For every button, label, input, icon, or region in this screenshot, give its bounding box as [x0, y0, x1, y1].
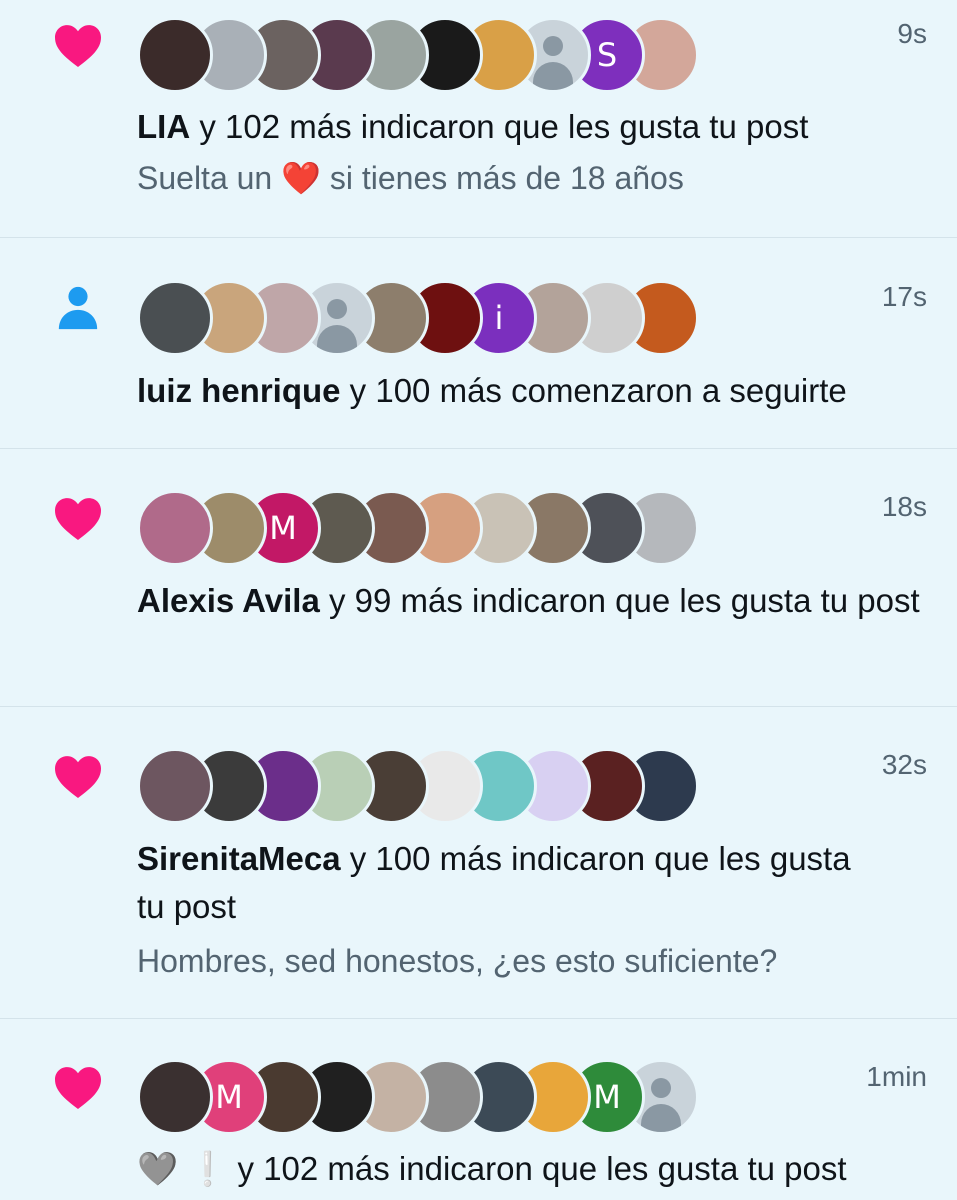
- avatar-initial: S: [596, 36, 618, 74]
- avatar[interactable]: [137, 748, 213, 824]
- avatar-initial: i: [494, 299, 504, 337]
- actor-name[interactable]: luiz henrique: [137, 372, 341, 409]
- red-heart-emoji: ❤️: [281, 160, 321, 196]
- notification-rest: y 102 más indicaron que les gusta tu pos…: [190, 108, 809, 145]
- notification-item[interactable]: 32s SirenitaMeca y 100 más indicaron que…: [0, 707, 957, 1019]
- notification-item[interactable]: 18s M Alexis Avila y 99 más indicaron qu…: [0, 449, 957, 707]
- post-preview: Hombres, sed honestos, ¿es esto suficien…: [137, 943, 778, 979]
- avatar-row: MM: [137, 1059, 929, 1135]
- actor-name[interactable]: SirenitaMeca: [137, 840, 341, 877]
- actor-name[interactable]: 🩶 ❕: [137, 1150, 228, 1187]
- avatar-row: S: [137, 17, 929, 93]
- notification-text: Alexis Avila y 99 más indicaron que les …: [137, 577, 927, 625]
- notification-rest: y 99 más indicaron que les gusta tu post: [319, 582, 920, 619]
- notification-text: luiz henrique y 100 más comenzaron a seg…: [137, 367, 929, 415]
- timestamp: 17s: [881, 281, 927, 312]
- avatar-initial: M: [593, 1078, 621, 1116]
- avatar[interactable]: [137, 17, 213, 93]
- notification-rest: y 100 más comenzaron a seguirte: [340, 372, 847, 409]
- notification-text: LIA y 102 más indicaron que les gusta tu…: [137, 103, 929, 151]
- heart-icon: [52, 753, 104, 799]
- avatar-row: M: [137, 490, 929, 566]
- notification-text: 🩶 ❕ y 102 más indicaron que les gusta tu…: [137, 1145, 929, 1193]
- notification-rest: y 102 más indicaron que les gusta tu pos…: [228, 1150, 847, 1187]
- notification-item[interactable]: 17s i luiz henrique y 100 más comenzaron…: [0, 238, 957, 449]
- notification-item[interactable]: 1min MM 🩶 ❕ y 102 más indicaron que les …: [0, 1019, 957, 1200]
- notification-text: SirenitaMeca y 100 más indicaron que les…: [137, 835, 877, 931]
- timestamp: 18s: [881, 491, 927, 522]
- timestamp: 32s: [881, 749, 927, 780]
- actor-name[interactable]: Alexis Avila: [137, 582, 320, 619]
- notifications-feed: 9s S LIA y 102 más indicaron que les gus…: [0, 0, 957, 1200]
- timestamp: 9s: [897, 18, 927, 49]
- avatar[interactable]: [137, 1059, 213, 1135]
- heart-icon: [52, 1064, 104, 1110]
- avatar-initial: M: [269, 509, 297, 547]
- post-preview-text-end: si tienes más de 18 años: [320, 160, 684, 196]
- avatar[interactable]: [137, 490, 213, 566]
- avatar-initial: M: [215, 1078, 243, 1116]
- post-preview-text: Suelta un: [137, 160, 282, 196]
- notification-item[interactable]: 9s S LIA y 102 más indicaron que les gus…: [0, 0, 957, 238]
- avatar-row: i: [137, 280, 929, 356]
- heart-icon: [52, 495, 104, 541]
- actor-name[interactable]: LIA: [137, 108, 190, 145]
- timestamp: 1min: [866, 1061, 927, 1092]
- avatar-row: [137, 748, 929, 824]
- heart-icon: [52, 22, 104, 68]
- person-icon: [52, 285, 104, 331]
- avatar[interactable]: [137, 280, 213, 356]
- post-preview: Suelta un ❤️ si tienes más de 18 años: [137, 154, 929, 202]
